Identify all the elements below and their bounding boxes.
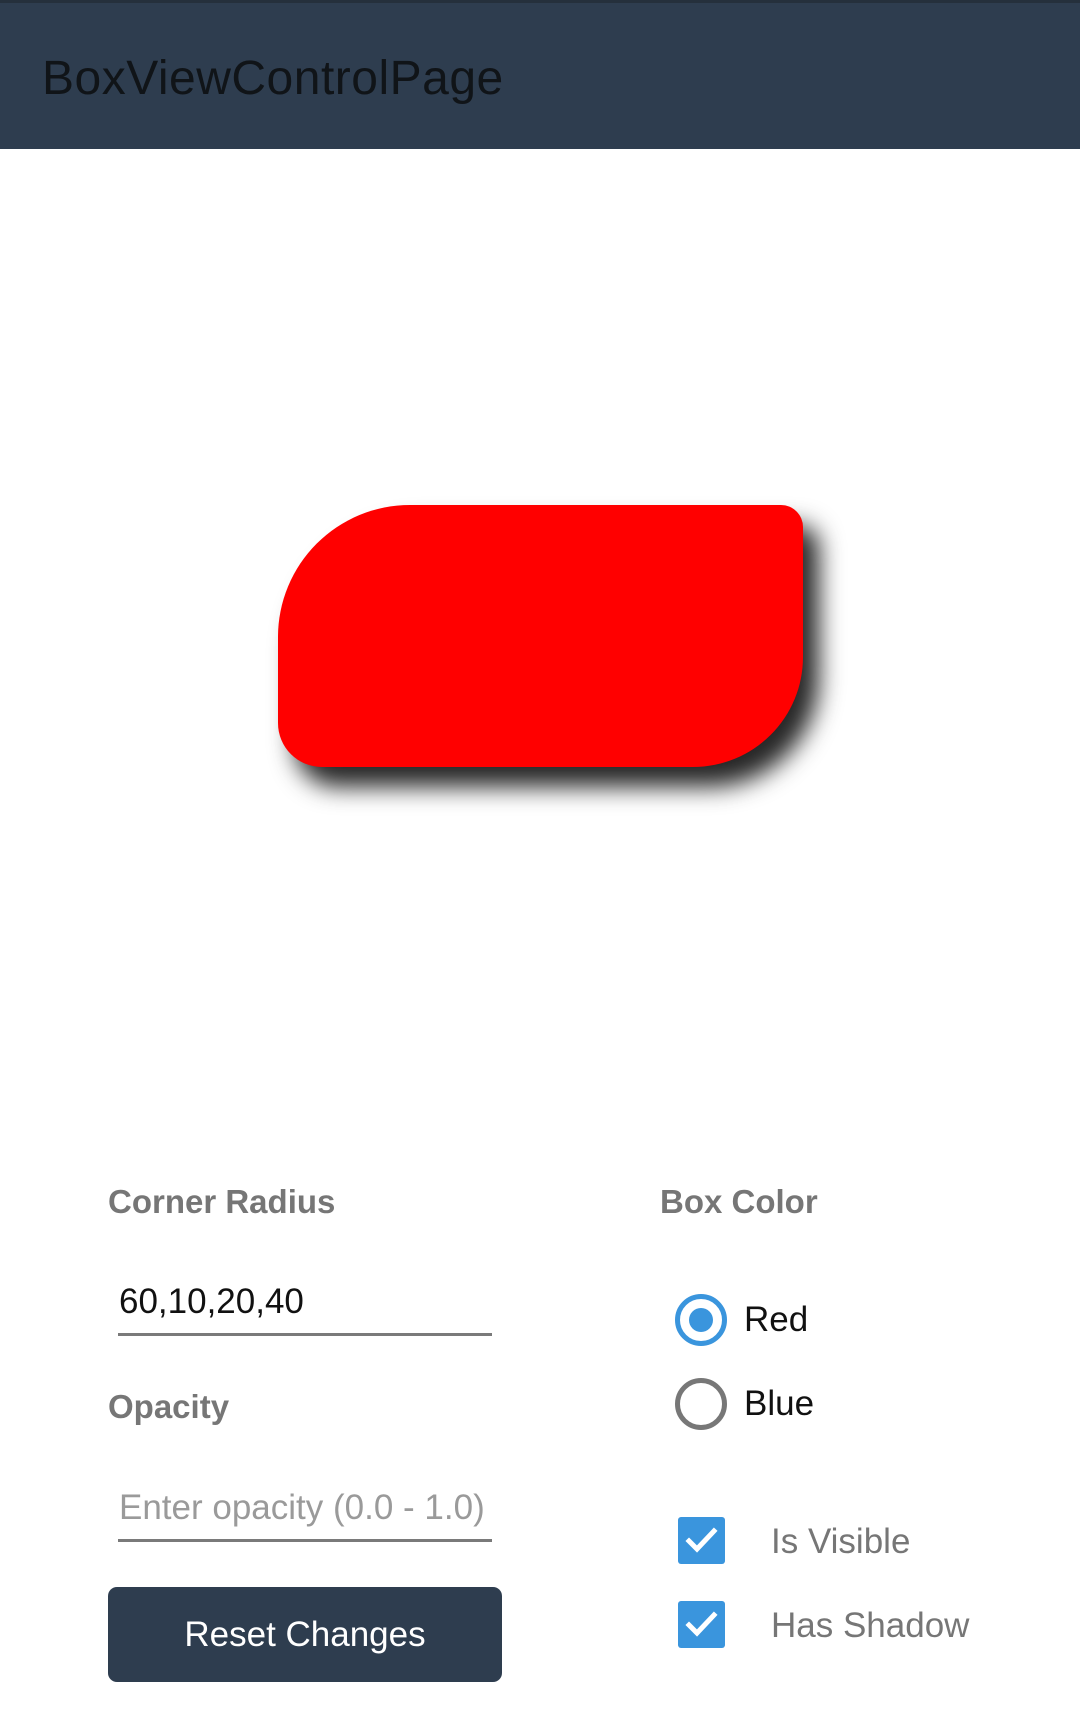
radio-blue-label[interactable]: Blue — [744, 1383, 814, 1425]
opacity-input[interactable]: Enter opacity (0.0 - 1.0) — [118, 1483, 492, 1542]
box-color-label: Box Color — [660, 1183, 818, 1220]
opacity-input-placeholder: Enter opacity (0.0 - 1.0) — [119, 1488, 485, 1527]
checkmark-icon — [685, 1527, 718, 1553]
corner-radius-input[interactable]: 60,10,20,40 — [118, 1277, 492, 1336]
reset-changes-button[interactable]: Reset Changes — [108, 1587, 502, 1682]
is-visible-label: Is Visible — [771, 1522, 911, 1561]
radio-red-label[interactable]: Red — [744, 1299, 808, 1341]
radio-blue[interactable] — [675, 1378, 727, 1430]
app-bar: BoxViewControlPage — [0, 0, 1080, 149]
has-shadow-label: Has Shadow — [771, 1606, 970, 1645]
corner-radius-label: Corner Radius — [108, 1183, 336, 1220]
page-title: BoxViewControlPage — [42, 52, 504, 105]
corner-radius-input-value: 60,10,20,40 — [119, 1282, 304, 1321]
checkmark-icon — [685, 1611, 718, 1637]
has-shadow-checkbox[interactable] — [678, 1601, 725, 1648]
opacity-label: Opacity — [108, 1388, 230, 1425]
is-visible-checkbox[interactable] — [678, 1517, 725, 1564]
box-view-preview — [278, 505, 803, 767]
radio-red[interactable] — [675, 1294, 727, 1346]
